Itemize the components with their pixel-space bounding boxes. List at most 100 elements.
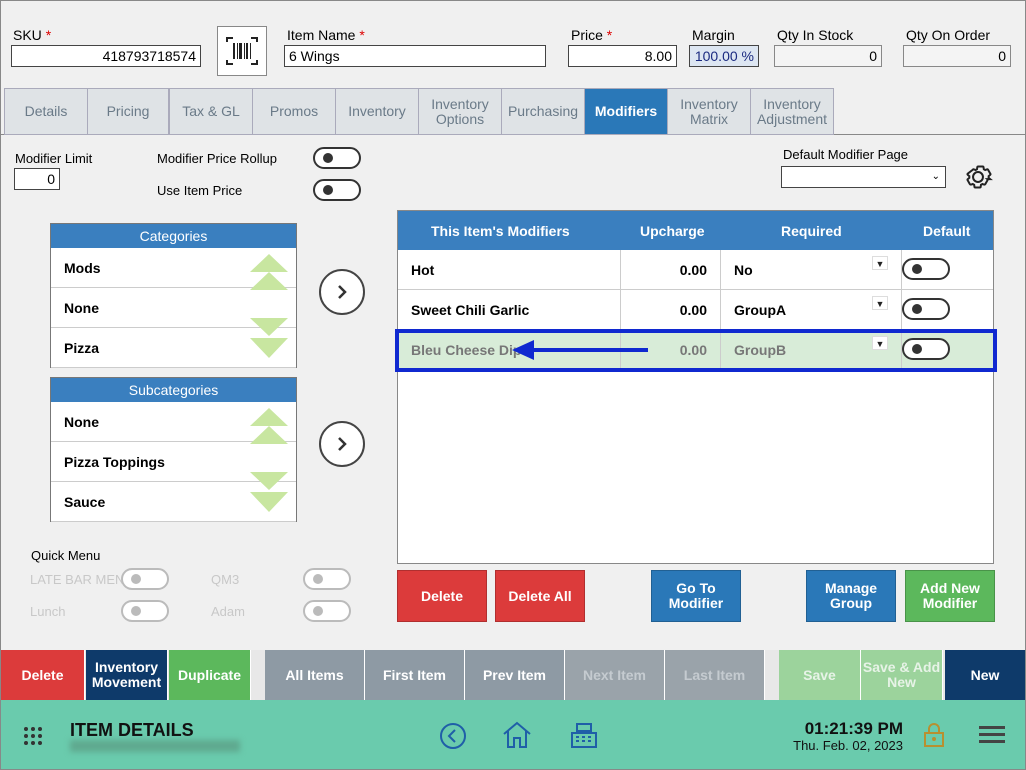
col-header-modifiers: This Item's Modifiers bbox=[431, 223, 570, 239]
required-value: No bbox=[734, 262, 753, 278]
col-header-default: Default bbox=[923, 223, 971, 239]
price-rollup-toggle[interactable] bbox=[313, 147, 361, 169]
categories-panel: Categories Mods None Pizza bbox=[50, 223, 297, 368]
modifier-limit-field[interactable]: 0 bbox=[14, 168, 60, 190]
quick-menu-toggle[interactable] bbox=[121, 568, 169, 590]
quick-menu-toggle[interactable] bbox=[121, 600, 169, 622]
sku-label: SKU * bbox=[13, 27, 52, 43]
next-item-button[interactable]: Next Item bbox=[565, 650, 665, 700]
reorder-arrows-icon[interactable] bbox=[250, 254, 288, 364]
default-toggle[interactable] bbox=[902, 298, 950, 320]
use-item-price-toggle[interactable] bbox=[313, 179, 361, 201]
tab-inventory[interactable]: Inventory bbox=[335, 88, 419, 135]
add-category-button[interactable] bbox=[319, 269, 365, 315]
required-value: GroupA bbox=[734, 302, 787, 318]
subcategories-panel: Subcategories None Pizza Toppings Sauce bbox=[50, 377, 297, 522]
tab-inventory-adjustment[interactable]: Inventory Adjustment bbox=[750, 88, 834, 135]
upcharge-value[interactable]: 0.00 bbox=[620, 290, 707, 330]
back-icon[interactable] bbox=[439, 722, 467, 753]
tab-purchasing[interactable]: Purchasing bbox=[501, 88, 585, 135]
reorder-arrows-icon[interactable] bbox=[250, 408, 288, 518]
quick-menu-item-label: Lunch bbox=[30, 604, 66, 619]
qty-on-order-label: Qty On Order bbox=[906, 27, 991, 43]
add-subcategory-button[interactable] bbox=[319, 421, 365, 467]
clock-date: Thu. Feb. 02, 2023 bbox=[793, 738, 903, 753]
item-name-label: Item Name * bbox=[287, 27, 365, 43]
home-icon[interactable] bbox=[501, 720, 533, 753]
first-item-button[interactable]: First Item bbox=[365, 650, 465, 700]
quick-menu-toggle[interactable] bbox=[303, 600, 351, 622]
delete-item-button[interactable]: Delete bbox=[1, 650, 85, 700]
cash-register-icon[interactable] bbox=[569, 721, 599, 752]
price-rollup-label: Modifier Price Rollup bbox=[157, 151, 277, 166]
default-toggle[interactable] bbox=[902, 258, 950, 280]
subcategories-header: Subcategories bbox=[51, 378, 296, 402]
duplicate-button[interactable]: Duplicate bbox=[169, 650, 251, 700]
chevron-right-icon bbox=[338, 285, 347, 299]
quick-menu-item-label: Adam bbox=[211, 604, 245, 619]
required-dropdown[interactable]: ▼ bbox=[872, 256, 888, 270]
table-row[interactable]: Sweet Chili Garlic 0.00 GroupA ▼ bbox=[398, 290, 993, 330]
qty-in-stock-label: Qty In Stock bbox=[777, 27, 854, 43]
app-footer: ITEM DETAILS 01:21:39 PM Thu. Feb. 02, 2… bbox=[1, 700, 1025, 769]
barcode-icon bbox=[226, 37, 258, 65]
price-label: Price * bbox=[571, 27, 613, 43]
tab-modifiers[interactable]: Modifiers bbox=[584, 88, 668, 135]
all-items-button[interactable]: All Items bbox=[265, 650, 365, 700]
page-title: ITEM DETAILS bbox=[70, 720, 194, 740]
tab-bar: Details Pricing Tax & GL Promos Inventor… bbox=[1, 87, 1025, 135]
quick-menu-item-label: LATE BAR MENU bbox=[30, 572, 134, 587]
inventory-movement-button[interactable]: Inventory Movement bbox=[86, 650, 168, 700]
qty-on-order-field: 0 bbox=[903, 45, 1011, 67]
quick-menu-toggle[interactable] bbox=[303, 568, 351, 590]
save-add-new-button[interactable]: Save & Add New bbox=[861, 650, 943, 700]
use-item-price-label: Use Item Price bbox=[157, 183, 243, 198]
tab-details[interactable]: Details bbox=[4, 88, 88, 135]
item-modifiers-grid: This Item's Modifiers Upcharge Required … bbox=[397, 210, 994, 564]
tab-promos[interactable]: Promos bbox=[252, 88, 336, 135]
apps-grid-icon[interactable] bbox=[23, 726, 43, 749]
pointer-arrow-icon bbox=[512, 340, 648, 360]
add-new-modifier-button[interactable]: Add New Modifier bbox=[905, 570, 995, 622]
tab-inventory-matrix[interactable]: Inventory Matrix bbox=[667, 88, 751, 135]
prev-item-button[interactable]: Prev Item bbox=[465, 650, 565, 700]
new-item-button[interactable]: New bbox=[945, 650, 1025, 700]
margin-field: 100.00 % bbox=[689, 45, 759, 67]
margin-label: Margin bbox=[692, 27, 735, 43]
delete-all-button[interactable]: Delete All bbox=[495, 570, 585, 622]
lock-icon[interactable] bbox=[923, 722, 945, 751]
clock-time: 01:21:39 PM bbox=[804, 719, 903, 738]
modifier-name: Sweet Chili Garlic bbox=[411, 302, 530, 318]
tab-tax-gl[interactable]: Tax & GL bbox=[169, 88, 253, 135]
default-modifier-page-label: Default Modifier Page bbox=[783, 147, 909, 162]
gear-icon[interactable] bbox=[961, 160, 995, 194]
barcode-scan-button[interactable] bbox=[217, 26, 267, 76]
upcharge-value[interactable]: 0.00 bbox=[620, 250, 707, 290]
default-modifier-page-select[interactable]: ⌄ bbox=[781, 166, 946, 188]
sku-field[interactable]: 418793718574 bbox=[11, 45, 201, 67]
delete-modifier-button[interactable]: Delete bbox=[397, 570, 487, 622]
qty-in-stock-field: 0 bbox=[774, 45, 882, 67]
required-dropdown[interactable]: ▼ bbox=[872, 296, 888, 310]
bottom-action-bar: Delete Inventory Movement Duplicate All … bbox=[1, 650, 1025, 700]
quick-menu-label: Quick Menu bbox=[31, 548, 101, 563]
hamburger-menu-icon[interactable] bbox=[979, 725, 1005, 748]
col-header-upcharge: Upcharge bbox=[640, 223, 705, 239]
tab-pricing[interactable]: Pricing bbox=[87, 88, 169, 135]
item-name-field[interactable]: 6 Wings bbox=[284, 45, 546, 67]
item-header: SKU * 418793718574 Item Name * 6 Wings P… bbox=[1, 1, 1025, 87]
modifier-name: Hot bbox=[411, 262, 435, 278]
manage-group-button[interactable]: Manage Group bbox=[806, 570, 896, 622]
price-field[interactable]: 8.00 bbox=[568, 45, 677, 67]
go-to-modifier-button[interactable]: Go To Modifier bbox=[651, 570, 741, 622]
blurred-user-info bbox=[70, 740, 240, 752]
categories-header: Categories bbox=[51, 224, 296, 248]
tab-inventory-options[interactable]: Inventory Options bbox=[418, 88, 502, 135]
grid-header: This Item's Modifiers Upcharge Required … bbox=[398, 211, 993, 250]
table-row[interactable]: Hot 0.00 No ▼ bbox=[398, 250, 993, 290]
chevron-down-icon: ⌄ bbox=[931, 171, 940, 182]
chevron-right-icon bbox=[338, 437, 347, 451]
save-button[interactable]: Save bbox=[779, 650, 861, 700]
last-item-button[interactable]: Last Item bbox=[665, 650, 765, 700]
quick-menu-item-label: QM3 bbox=[211, 572, 240, 587]
